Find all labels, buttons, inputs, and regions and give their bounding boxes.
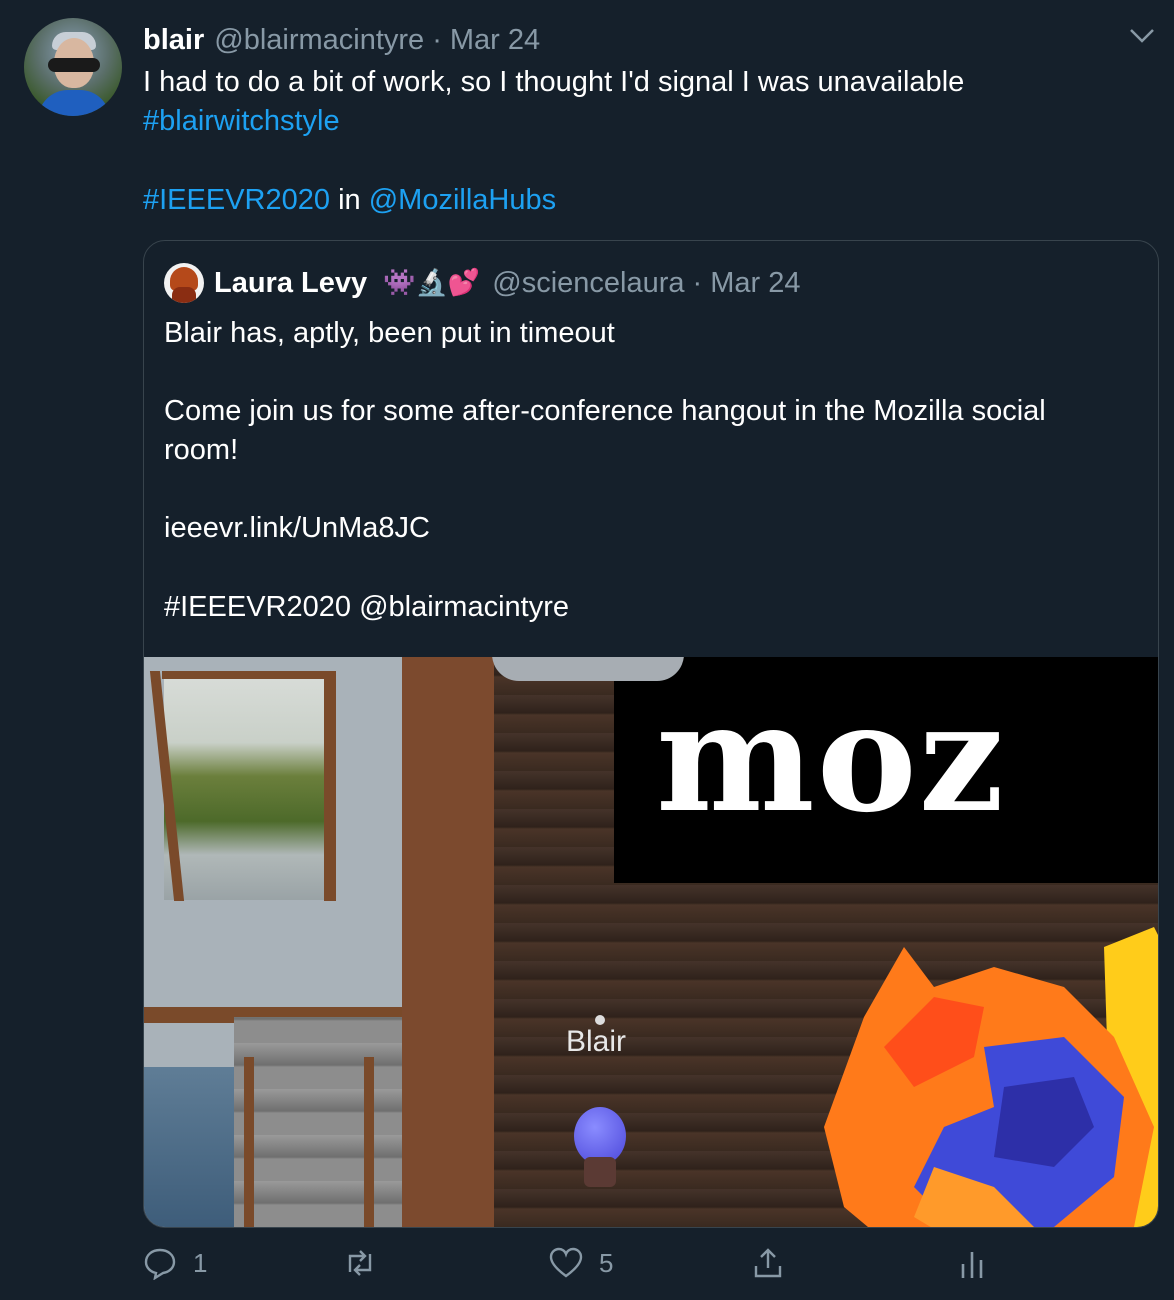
- avatar-nametag: Blair: [566, 1025, 627, 1058]
- like-icon: [549, 1247, 583, 1278]
- like-count: 5: [599, 1247, 614, 1278]
- retweet-icon: [348, 1250, 372, 1276]
- avatar-body: [584, 1157, 616, 1187]
- nametag-dot: [595, 1015, 605, 1025]
- analytics-button[interactable]: [955, 1246, 1005, 1280]
- author-name[interactable]: blair: [143, 24, 204, 57]
- retweet-button[interactable]: [343, 1246, 393, 1280]
- avatar-shirt: [38, 90, 110, 116]
- wood-pillar: [402, 657, 494, 1227]
- firefox-logo: [824, 927, 1158, 1227]
- quoted-date: Mar 24: [710, 266, 801, 299]
- reply-icon: [144, 1248, 176, 1280]
- window-view: [164, 675, 334, 900]
- like-button[interactable]: 5: [549, 1246, 613, 1280]
- mention-mozillahubs[interactable]: @MozillaHubs: [369, 184, 556, 216]
- tweet-text-line3: #IEEEVR2020 in @MozillaHubs: [143, 181, 556, 220]
- quoted-line2b: room!: [164, 434, 239, 466]
- hashtag-blairwitchstyle[interactable]: #blairwitchstyle: [143, 102, 340, 141]
- author-handle[interactable]: @blairmacintyre: [214, 24, 424, 57]
- mozilla-sign-text: moz: [656, 670, 1006, 846]
- share-icon: [754, 1248, 782, 1278]
- share-pill: [492, 657, 684, 681]
- quoted-author-emojis: 👾🔬💕: [383, 268, 481, 298]
- header-separator: ·: [432, 23, 442, 56]
- tweet-header: blair @blairmacintyre · Mar 24: [143, 20, 540, 60]
- chevron-down-icon[interactable]: [1128, 24, 1156, 48]
- reply-count: 1: [193, 1247, 208, 1278]
- stone-wall: [234, 1017, 414, 1227]
- quoted-media-image[interactable]: moz Blair: [144, 657, 1158, 1227]
- quoted-link: ieeevr.link/UnMa8JC: [164, 512, 430, 544]
- avatar-glasses: [48, 58, 100, 72]
- tweet-actions: 1 5: [143, 1246, 1157, 1294]
- quoted-tags: #IEEEVR2020 @blairmacintyre: [164, 591, 570, 623]
- quoted-separator: ·: [692, 266, 703, 299]
- quoted-author-handle: @sciencelaura: [492, 266, 685, 299]
- quoted-line1: Blair has, aptly, been put in timeout: [164, 317, 615, 349]
- quoted-avatar: [164, 263, 204, 303]
- hashtag-ieeevr2020[interactable]: #IEEEVR2020: [143, 184, 330, 216]
- quoted-author-name: Laura Levy: [214, 266, 368, 299]
- quoted-tweet[interactable]: Laura Levy 👾🔬💕 @sciencelaura · Mar 24 Bl…: [143, 240, 1159, 1228]
- analytics-icon: [961, 1252, 983, 1278]
- tweet-date[interactable]: Mar 24: [450, 24, 540, 57]
- reply-button[interactable]: 1: [143, 1246, 207, 1280]
- in-word: in: [338, 184, 361, 216]
- quoted-header: Laura Levy 👾🔬💕 @sciencelaura · Mar 24: [164, 263, 800, 303]
- author-avatar[interactable]: [24, 18, 122, 116]
- quoted-line2a: Come join us for some after-conference h…: [164, 395, 1046, 427]
- share-button[interactable]: [751, 1246, 801, 1280]
- tweet-text-line1: I had to do a bit of work, so I thought …: [143, 66, 965, 98]
